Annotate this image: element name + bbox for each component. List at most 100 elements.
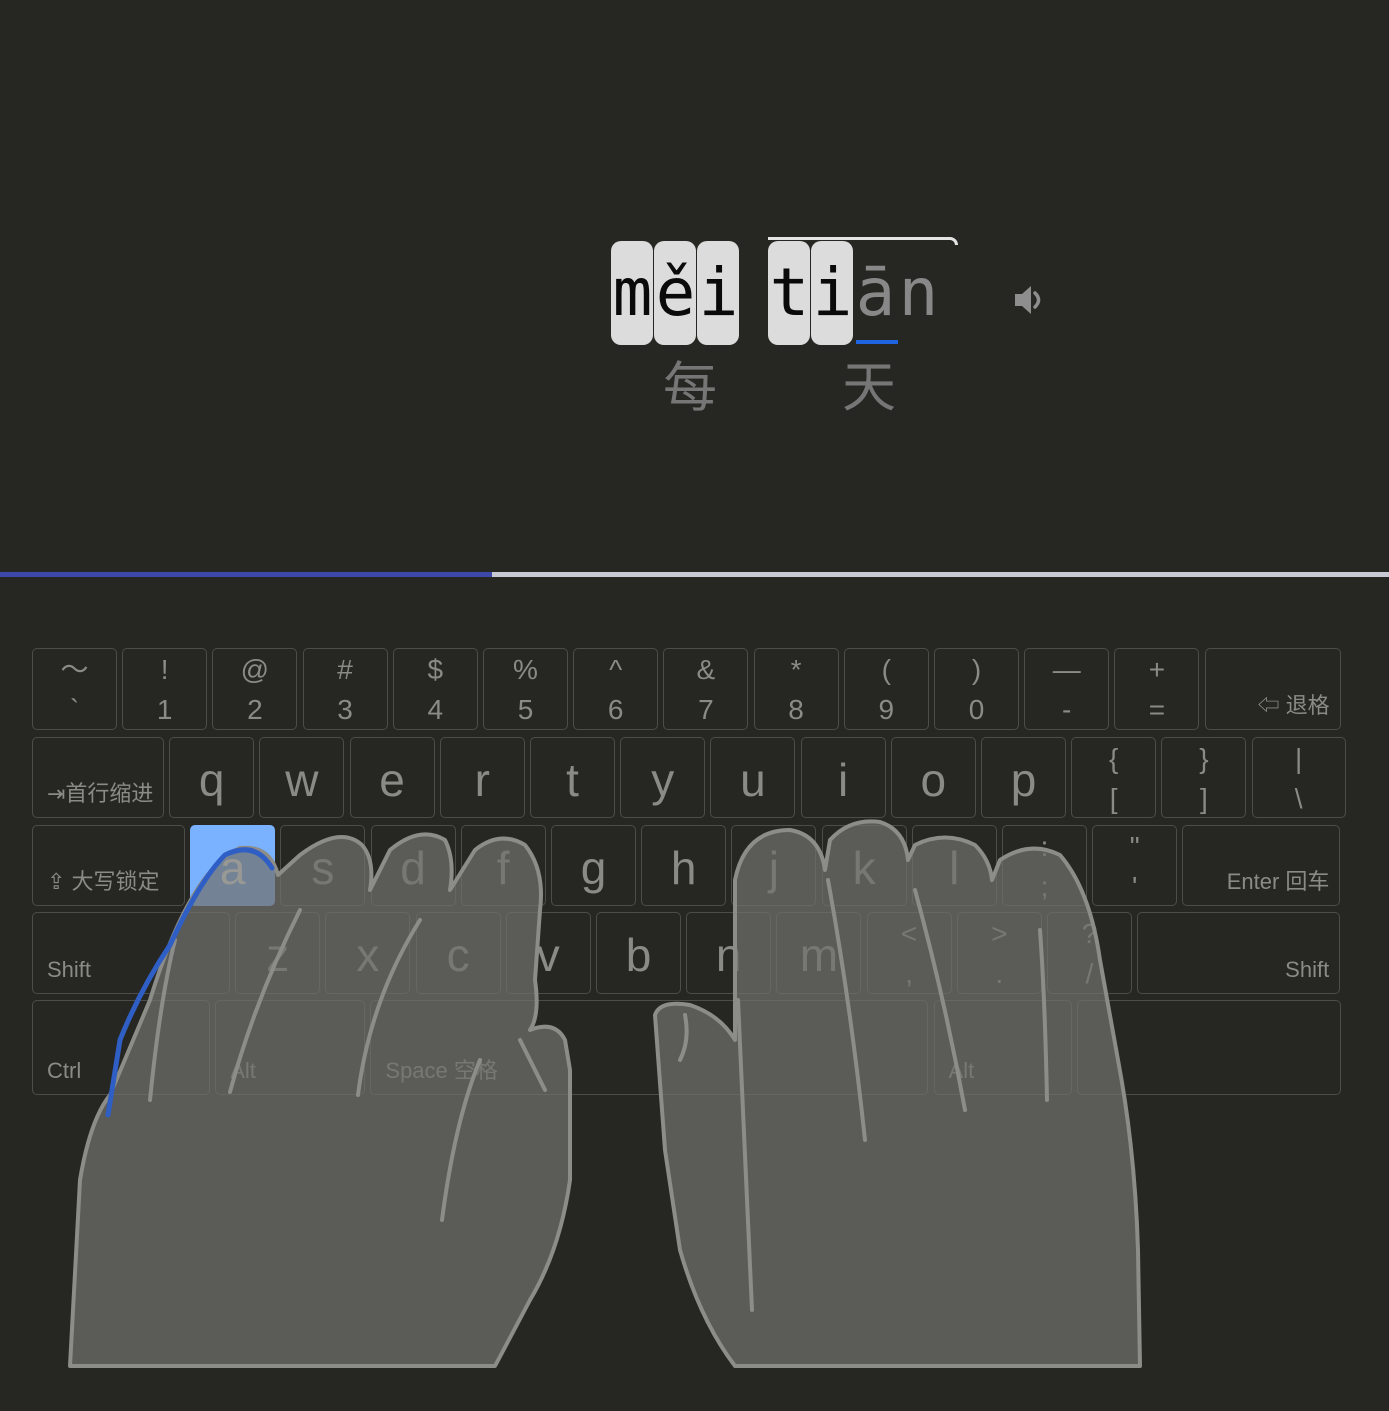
key-label: 4 [427, 694, 444, 725]
key-shift-label: ^ [609, 654, 623, 685]
key-3[interactable]: #3 [302, 648, 388, 730]
key-lalt[interactable]: Alt [215, 1000, 366, 1095]
key-5[interactable]: % 5 [483, 648, 568, 730]
typing-practice-app: měitiān 每 天 ～ `! 1 @2 #3 $4% 5 ^ 6 & 7 * 8(9) 0— - + = ⇦ … [0, 0, 1389, 1411]
key-lshift[interactable]: Shift [32, 912, 230, 994]
key-label: Alt [948, 1058, 975, 1083]
key-enter[interactable]: Enter 回车 [1182, 825, 1341, 906]
key-label: 8 [788, 694, 804, 725]
key-shift-label: % [513, 654, 538, 685]
key-tab[interactable]: ⇥首行缩进 [32, 737, 164, 818]
key-r[interactable]: r [439, 737, 525, 818]
key-label: g [580, 842, 607, 894]
key-m[interactable]: m [776, 912, 862, 994]
key-label: f [496, 842, 510, 894]
key-label: q [198, 754, 225, 806]
key-equals[interactable]: + = [1114, 648, 1200, 730]
key-9[interactable]: (9 [843, 648, 929, 730]
key-label: ⇥首行缩进 [47, 781, 154, 806]
key-ralt[interactable]: Alt [933, 1000, 1072, 1095]
key-2[interactable]: @2 [212, 648, 298, 730]
key-g[interactable]: g [551, 825, 636, 906]
key-n[interactable]: n [686, 912, 772, 994]
key-q[interactable]: q [169, 737, 255, 818]
key-label: w [285, 754, 319, 806]
key-label: Shift [1285, 957, 1330, 982]
key-c[interactable]: c [415, 912, 501, 994]
key-v[interactable]: v [505, 912, 591, 994]
key-backslash[interactable]: | \ [1251, 737, 1346, 818]
key-d[interactable]: d [370, 825, 456, 906]
key-z[interactable]: z [235, 912, 321, 994]
key-i[interactable]: i [800, 737, 886, 818]
key-1[interactable]: ! 1 [122, 648, 208, 730]
key-h[interactable]: h [641, 825, 727, 906]
key-lbracket[interactable]: {[ [1071, 737, 1157, 818]
key-7[interactable]: & 7 [663, 648, 749, 730]
key-label: j [768, 842, 779, 894]
key-comma[interactable]: <, [866, 912, 952, 994]
key-shift-label: ( [881, 654, 891, 685]
key-a[interactable]: a [190, 825, 276, 906]
key-label: [ [1109, 783, 1118, 814]
key-ctrl[interactable]: Ctrl [32, 1000, 210, 1095]
virtual-keyboard: ～ `! 1 @2 #3 $4% 5 ^ 6 & 7 * 8(9) 0— - + = ⇦ 退格 ⇥首行缩进 q w e r t… [0, 0, 1389, 1411]
key-0[interactable]: ) 0 [934, 648, 1019, 730]
key-shift-label: | [1294, 743, 1303, 774]
key-shift-label: ～ [60, 654, 89, 685]
key-label: \ [1294, 783, 1303, 814]
key-rbracket[interactable]: }] [1161, 737, 1247, 818]
key-rctrl[interactable] [1076, 1000, 1341, 1095]
key-w[interactable]: w [259, 737, 345, 818]
key-backtick[interactable]: ～ ` [32, 648, 117, 730]
key-label: k [852, 842, 876, 894]
key-u[interactable]: u [710, 737, 796, 818]
key-label: 2 [247, 694, 263, 725]
key-label: x [356, 929, 380, 981]
key-minus[interactable]: — - [1024, 648, 1110, 730]
key-4[interactable]: $4 [392, 648, 478, 730]
key-label: m [799, 929, 839, 981]
key-f[interactable]: f [460, 825, 546, 906]
key-quote[interactable]: " ' [1092, 825, 1178, 906]
key-label: Alt [230, 1058, 256, 1083]
key-e[interactable]: e [349, 737, 435, 818]
key-label: b [625, 929, 652, 981]
key-label: s [311, 842, 335, 894]
key-shift-label: + [1148, 654, 1166, 685]
key-k[interactable]: k [821, 825, 907, 906]
key-6[interactable]: ^ 6 [573, 648, 659, 730]
key-y[interactable]: y [620, 737, 706, 818]
key-shift-label: " [1129, 831, 1140, 862]
key-p[interactable]: p [981, 737, 1066, 818]
key-label: Enter 回车 [1226, 869, 1330, 894]
key-label: . [995, 958, 1004, 989]
key-label: Shift [47, 957, 92, 982]
key-shift-label: @ [240, 654, 270, 685]
key-slash[interactable]: ? / [1047, 912, 1132, 994]
key-label: e [379, 754, 405, 806]
key-label: ` [69, 694, 80, 725]
key-label: y [651, 754, 675, 806]
key-t[interactable]: t [530, 737, 615, 818]
key-l[interactable]: l [911, 825, 997, 906]
key-rshift[interactable]: Shift [1137, 912, 1341, 994]
key-label: i [837, 754, 849, 806]
key-capslock[interactable]: ⇪ 大写锁定 [32, 825, 185, 906]
key-s[interactable]: s [280, 825, 366, 906]
key-space[interactable]: Space 空格 [370, 1000, 929, 1095]
key-label: l [949, 842, 960, 894]
key-shift-label: > [991, 918, 1008, 949]
key-j[interactable]: j [731, 825, 817, 906]
key-label: - [1062, 694, 1072, 725]
key-b[interactable]: b [596, 912, 681, 994]
key-shift-label: * [790, 654, 802, 685]
key-label: ⇪ 大写锁定 [47, 869, 160, 894]
key-period[interactable]: >. [956, 912, 1042, 994]
key-semicolon[interactable]: :; [1002, 825, 1087, 906]
key-8[interactable]: * 8 [753, 648, 839, 730]
key-o[interactable]: o [890, 737, 976, 818]
key-backspace[interactable]: ⇦ 退格 [1204, 648, 1341, 730]
key-label: v [536, 929, 560, 981]
key-x[interactable]: x [325, 912, 411, 994]
